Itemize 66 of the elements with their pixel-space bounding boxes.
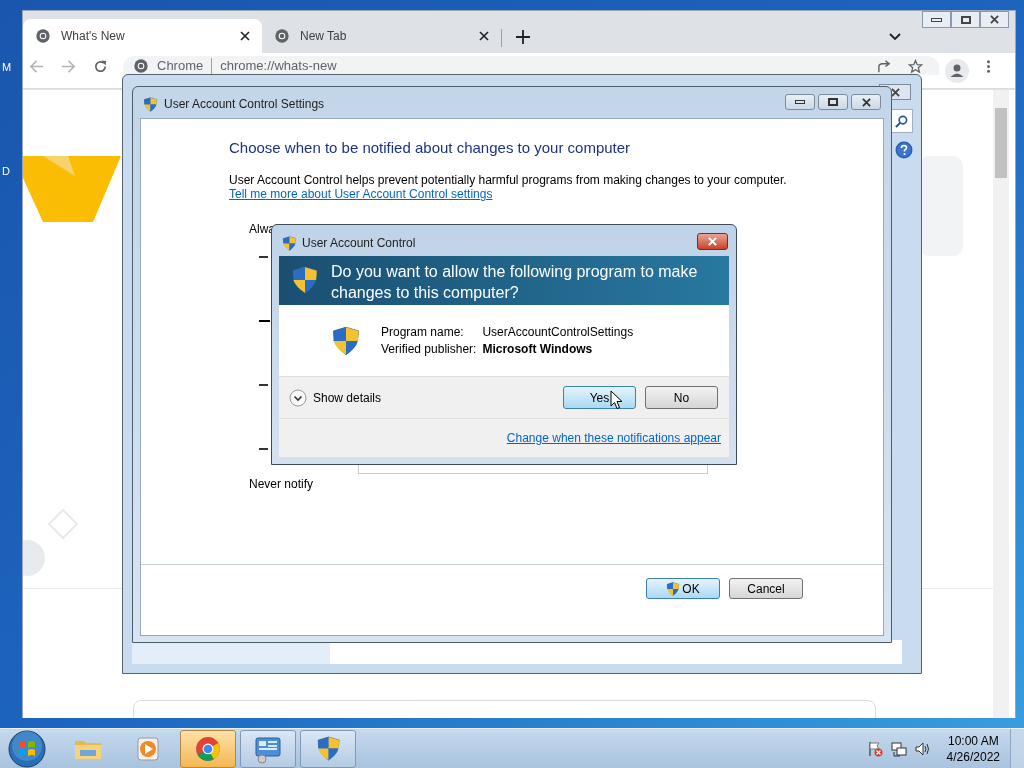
chrome-icon — [274, 28, 290, 44]
chrome-icon — [35, 28, 51, 44]
field-label: Program name: — [381, 323, 465, 341]
dialog-button[interactable]: OK — [646, 578, 720, 599]
cursor-icon — [610, 390, 623, 410]
site-label: Chrome — [157, 56, 204, 75]
reload-icon[interactable] — [93, 59, 108, 74]
scrollbar[interactable] — [993, 90, 1009, 718]
new-tab-icon[interactable] — [515, 29, 531, 45]
profile-icon[interactable] — [945, 59, 969, 83]
tab-title: What's New — [61, 28, 126, 45]
desktop-icon-label[interactable]: M — [2, 59, 12, 76]
clock-time: 10:00 AM — [947, 732, 999, 749]
help-icon[interactable] — [895, 141, 913, 159]
chevron-down-icon[interactable] — [889, 33, 901, 41]
minimize-button[interactable] — [922, 11, 951, 28]
share-icon[interactable] — [877, 59, 892, 74]
taskbar-button[interactable] — [240, 729, 296, 768]
field-value: UserAccountControlSettings — [482, 323, 634, 341]
taskbar-button[interactable] — [300, 729, 356, 768]
browser-tab[interactable]: What's New — [23, 19, 262, 53]
dialog-button[interactable]: Yes — [563, 386, 636, 409]
maximize-icon — [960, 15, 971, 24]
description-text: User Account Control helps prevent potentially harmful programs from making changes to your computer. — [229, 172, 787, 189]
flag-icon[interactable] — [866, 740, 883, 757]
field-label: Verified publisher: — [381, 340, 477, 358]
dialog-title: User Account Control — [302, 235, 416, 252]
close-icon — [889, 87, 901, 97]
dialog-button[interactable]: No — [645, 386, 718, 409]
slider-bottom-label: Never notify — [249, 476, 314, 493]
close-button[interactable] — [980, 11, 1009, 28]
shield-icon — [282, 235, 297, 251]
chevron-circle-icon — [289, 388, 307, 407]
maximize-button[interactable] — [951, 11, 980, 28]
url-text: chrome://whats-new — [220, 56, 337, 75]
tab-title: New Tab — [300, 28, 348, 45]
close-icon — [707, 237, 718, 246]
minimize-button[interactable] — [785, 94, 815, 110]
dialog-button[interactable]: Cancel — [729, 578, 803, 599]
close-icon[interactable] — [240, 31, 250, 41]
close-icon[interactable] — [479, 31, 489, 41]
search-icon — [894, 114, 908, 128]
minimize-icon — [931, 17, 942, 22]
star-icon[interactable] — [908, 59, 923, 74]
clock[interactable]: 10:00 AM 4/26/2022 — [946, 732, 1000, 765]
close-button[interactable] — [697, 233, 728, 250]
maximize-button[interactable] — [818, 94, 848, 110]
taskbar-button[interactable] — [180, 729, 236, 768]
start-button[interactable] — [8, 729, 46, 768]
notification-settings-link[interactable]: Change when these notifications appear — [506, 429, 721, 447]
maximize-icon — [828, 98, 838, 106]
field-value: Microsoft Windows — [482, 340, 594, 358]
question-text: Do you want to allow the following program to make changes to this computer? — [331, 262, 699, 303]
clock-date: 4/26/2022 — [946, 748, 1000, 765]
shield-icon — [666, 581, 681, 596]
volume-icon[interactable] — [914, 740, 931, 757]
close-button[interactable] — [851, 94, 881, 110]
desktop-icon-label[interactable]: D — [2, 163, 10, 180]
shield-icon — [143, 96, 158, 112]
heading: Choose when to be notified about changes to your computer — [229, 138, 631, 158]
minimize-icon — [795, 100, 805, 104]
close-icon — [989, 15, 1000, 24]
show-details-button[interactable]: Show details — [289, 388, 382, 407]
network-icon[interactable] — [890, 740, 907, 757]
window-title: User Account Control Settings — [164, 96, 325, 113]
close-icon — [860, 97, 872, 107]
